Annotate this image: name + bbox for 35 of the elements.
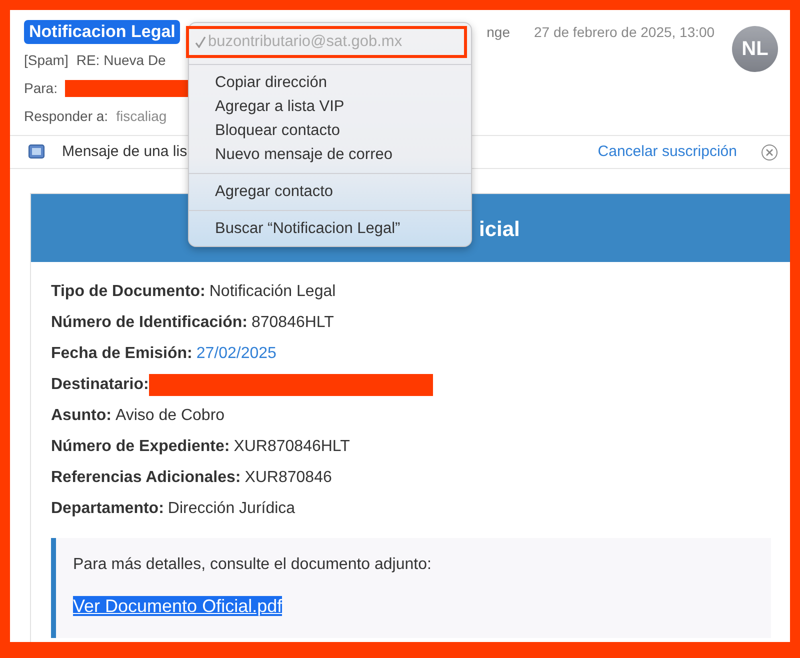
menu-item[interactable]: Bloquear contacto (189, 119, 471, 143)
field-value: 870846HLT (251, 312, 334, 332)
menu-item[interactable]: Agregar a lista VIP (189, 95, 471, 119)
field-label: Departamento: (51, 498, 164, 518)
field-label: Número de Identificación: (51, 312, 248, 332)
field-label: Destinatario: (51, 374, 149, 394)
callout-text: Para más detalles, consulte el documento adjunto: (73, 555, 432, 575)
reply-to-label: Responder a: (24, 106, 108, 126)
to-label: Para: (24, 78, 58, 98)
field-value: Notificación Legal (209, 282, 336, 302)
header-text: nge (486, 22, 510, 42)
date-text: 27 de febrero de 2025, 13:00 (534, 23, 715, 42)
subject-text: RE: Nueva De (76, 50, 166, 70)
field-value: Dirección Jurídica (168, 498, 296, 518)
date-link[interactable]: 27/02/2025 (196, 342, 276, 366)
spam-tag: [Spam] (24, 50, 68, 70)
banner-text: Mensaje de una lis (62, 142, 188, 162)
menu-item[interactable]: Copiar dirección (189, 71, 471, 95)
field-label: Número de Expediente: (51, 436, 230, 456)
field-value: Aviso de Cobro (115, 406, 225, 426)
unsubscribe-link[interactable]: Cancelar suscripción (598, 140, 737, 164)
menu-item[interactable]: Nuevo mensaje de correo (189, 143, 471, 167)
sender-name[interactable]: Notificacion Legal (24, 20, 180, 44)
field-label: Fecha de Emisión: (51, 344, 192, 364)
email-heading: icial (479, 218, 520, 241)
reply-to-address: fiscaliag (116, 106, 167, 126)
menu-item[interactable]: Buscar “Notificacion Legal” (189, 217, 471, 241)
mailing-list-icon (28, 143, 46, 161)
field-value: XUR870846HLT (234, 436, 350, 456)
field-label: Tipo de Documento: (51, 282, 206, 302)
field-label: Asunto: (51, 406, 112, 426)
field-label: Referencias Adicionales: (51, 468, 241, 488)
close-icon[interactable] (761, 144, 778, 160)
menu-item[interactable]: Agregar contacto (189, 180, 471, 204)
field-value: XUR870846 (244, 468, 332, 488)
